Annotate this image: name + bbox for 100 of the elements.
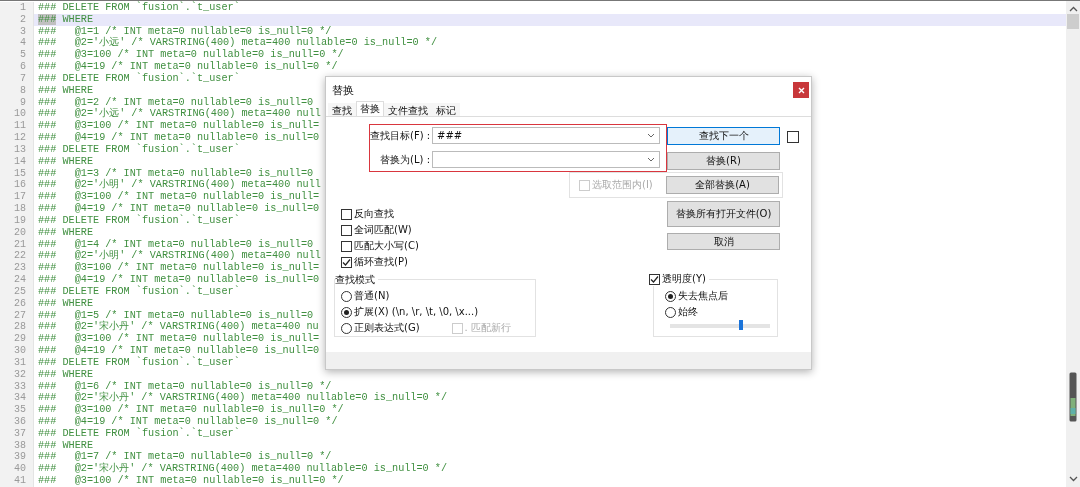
code-text: ### DELETE FROM `fusion`.`t_user`: [38, 356, 240, 369]
checkbox-label: 循环查找(P): [354, 255, 408, 269]
line-number: 18: [0, 203, 34, 215]
line-number: 6: [0, 61, 34, 73]
line-number: 23: [0, 262, 34, 275]
code-text: ### @1=7 /* INT meta=0 nullable=0 is_null=0 */: [38, 451, 332, 463]
code-text: ### WHERE: [38, 84, 94, 97]
checkbox[interactable]: [787, 131, 799, 143]
dialog-button[interactable]: 取消: [667, 233, 780, 250]
replace-field[interactable]: [432, 151, 660, 168]
code-text: ### @1=2 /* INT meta=0 nullable=0 is_null=0: [38, 96, 314, 108]
code-text: ### @4=19 /* INT meta=0 nullable=0 is_null=0 */: [38, 416, 338, 427]
line-number: 39: [0, 451, 34, 464]
close-icon: [797, 86, 805, 94]
field-label: 替换为(L) :: [379, 152, 430, 167]
code-text: ### @2='宋小丹' /* VARSTRING(400) meta=400 nullable=0 is_null=0 */: [38, 463, 448, 475]
dialog-button[interactable]: 全部替换(A): [666, 176, 779, 194]
line-number: 40: [0, 463, 34, 476]
code-text: ### DELETE FROM `fusion`.`t_user`: [38, 214, 240, 227]
code-text: ### @2='宋小丹' /* VARSTRING(400) meta=400 nu: [38, 321, 319, 333]
checkbox-label: 反向查找: [354, 207, 394, 221]
code-text: ### WHERE: [38, 439, 94, 451]
checkbox-label: 匹配大小写(C): [354, 239, 419, 253]
line-number: 24: [0, 274, 34, 286]
line-number: 35: [0, 404, 34, 416]
code-text: ### WHERE: [38, 13, 94, 26]
line-number: 41: [0, 475, 34, 487]
line-number: 34: [0, 392, 34, 405]
field-label: 查找目标(F) :: [370, 128, 430, 143]
code-text: ### @1=1 /* INT meta=0 nullable=0 is_null=0 */: [38, 25, 332, 37]
line-number: 22: [0, 250, 34, 263]
code-text: ### @2='小明' /* VARSTRING(400) meta=400 null: [38, 179, 321, 191]
code-text: ### @2='小远' /* VARSTRING(400) meta=400 null: [38, 108, 321, 120]
checkbox[interactable]: [341, 256, 352, 268]
chevron-down-icon: [647, 133, 655, 138]
scrollbar[interactable]: [1066, 1, 1080, 487]
checkbox[interactable]: [341, 224, 352, 236]
code-text: ### @3=100 /* INT meta=0 nullable=0 is_null=: [38, 262, 320, 274]
line-number: 28: [0, 321, 34, 334]
line-number: 10: [0, 108, 34, 121]
radio-label: 扩展(X) (\n, \r, \t, \0, \x...): [354, 305, 479, 319]
code-text: ### @4=19 /* INT meta=0 nullable=0 is_null=0: [38, 274, 320, 286]
code-text: ### DELETE FROM `fusion`.`t_user`: [38, 2, 240, 14]
code-text: ### @4=19 /* INT meta=0 nullable=0 is_null=0: [38, 203, 320, 215]
line-number: 1: [0, 2, 34, 14]
radio-label: 失去焦点后: [678, 289, 728, 303]
radio-label: 始终: [678, 305, 698, 319]
code-text: ### @3=100 /* INT meta=0 nullable=0 is_null=: [38, 191, 320, 203]
scroll-up-icon[interactable]: [1068, 6, 1078, 12]
check-icon: [650, 274, 659, 284]
code-text: ### @3=100 /* INT meta=0 nullable=0 is_null=0 */: [38, 404, 344, 416]
code-text: ### WHERE: [38, 297, 94, 310]
scroll-down-icon[interactable]: [1068, 476, 1078, 482]
radio-label: 正则表达式(G): [354, 321, 420, 335]
code-text: ### @3=100 /* INT meta=0 nullable=0 is_null=: [38, 333, 320, 345]
radio-label: 普通(N): [354, 289, 390, 303]
code-text: ### @3=100 /* INT meta=0 nullable=0 is_null=: [38, 120, 320, 132]
code-text: ### @1=5 /* INT meta=0 nullable=0 is_null=0: [38, 309, 314, 321]
checkbox-label: 选取范围内(I): [592, 178, 653, 192]
dialog-tab[interactable]: 文件查找: [384, 103, 432, 116]
dialog-button[interactable]: 查找下一个: [667, 127, 780, 145]
code-text: ### @2='宋小丹' /* VARSTRING(400) meta=400 nullable=0 is_null=0 */: [38, 392, 448, 404]
checkbox[interactable]: [341, 240, 352, 252]
code-text: ### @1=6 /* INT meta=0 nullable=0 is_null=0 */: [38, 380, 332, 392]
checkbox-label: 透明度(Y): [662, 272, 706, 286]
checkbox-label: . 匹配新行: [464, 321, 511, 335]
checkbox[interactable]: [649, 273, 660, 285]
code-text: ### DELETE FROM `fusion`.`t_user`: [38, 427, 240, 440]
code-text: ### @2='小明' /* VARSTRING(400) meta=400 null: [38, 250, 321, 262]
code-text: ### DELETE FROM `fusion`.`t_user`: [38, 285, 240, 298]
close-button[interactable]: [793, 82, 809, 98]
code-text: ### @4=19 /* INT meta=0 nullable=0 is_null=0: [38, 345, 320, 356]
code-text: ### @2='小远' /* VARSTRING(400) meta=400 nullable=0 is_null=0 */: [38, 37, 438, 49]
group-title: 查找模式: [335, 273, 378, 287]
chevron-down-icon: [647, 157, 655, 162]
checkbox[interactable]: [341, 208, 352, 220]
dialog-button[interactable]: 替换所有打开文件(O): [667, 201, 780, 227]
line-number: 5: [0, 49, 34, 62]
minimap-icon: [1069, 372, 1077, 422]
line-number: 30: [0, 345, 34, 357]
checkbox-label: 全词匹配(W): [354, 223, 412, 237]
line-number: 11: [0, 120, 34, 133]
line-number: 29: [0, 333, 34, 345]
code-text: ### @1=3 /* INT meta=0 nullable=0 is_null=0: [38, 167, 314, 179]
code-text: ### @1=4 /* INT meta=0 nullable=0 is_null=0: [38, 238, 314, 250]
code-text: ### WHERE: [38, 155, 94, 168]
find-field[interactable]: ###: [432, 127, 660, 144]
code-text: ### @3=100 /* INT meta=0 nullable=0 is_null=0 */: [38, 49, 344, 61]
dialog-tab[interactable]: 查找: [328, 103, 356, 116]
slider-thumb[interactable]: [739, 320, 743, 330]
code-text: ### @4=19 /* INT meta=0 nullable=0 is_null=0 */: [38, 61, 338, 73]
line-number: 12: [0, 132, 34, 144]
dialog-button[interactable]: 替换(R): [667, 152, 780, 170]
check-icon: [342, 257, 351, 267]
scroll-thumb[interactable]: [1067, 14, 1079, 29]
dialog-tab[interactable]: 标记: [432, 103, 460, 116]
code-text: ### WHERE: [38, 368, 94, 381]
dialog-tab[interactable]: 替换: [356, 101, 384, 116]
code-text: ### DELETE FROM `fusion`.`t_user`: [38, 143, 240, 156]
code-text: ### WHERE: [38, 226, 94, 239]
